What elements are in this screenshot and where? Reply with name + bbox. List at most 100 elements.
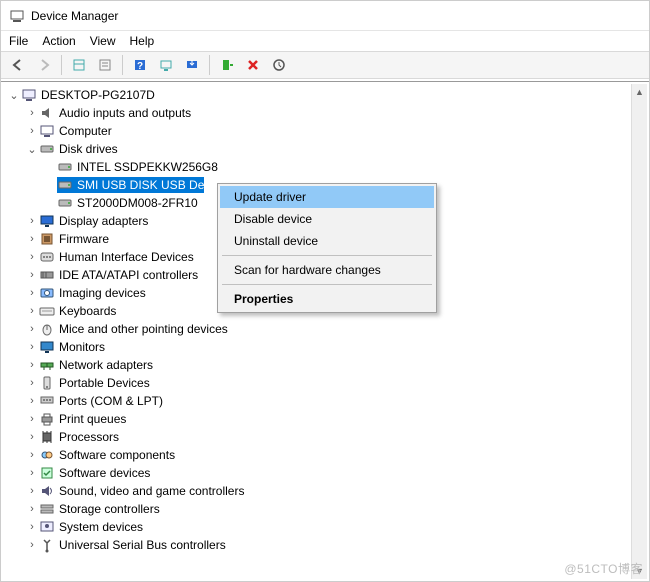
- audio-icon: [39, 105, 55, 121]
- app-icon: [9, 8, 25, 24]
- tree-item-label: Storage controllers: [59, 502, 160, 516]
- expand-collapse-icon[interactable]: ›: [25, 539, 39, 551]
- expand-collapse-icon[interactable]: ›: [25, 395, 39, 407]
- show-hidden-button[interactable]: [68, 54, 90, 76]
- context-menu-item[interactable]: Disable device: [220, 208, 434, 230]
- disk-icon: [57, 195, 73, 211]
- tree-category[interactable]: ›Processors: [3, 428, 631, 446]
- expand-collapse-icon[interactable]: ›: [25, 305, 39, 317]
- expand-collapse-icon[interactable]: ›: [25, 485, 39, 497]
- enable-button[interactable]: [216, 54, 238, 76]
- portable-icon: [39, 375, 55, 391]
- print-icon: [39, 411, 55, 427]
- expand-collapse-icon[interactable]: ›: [25, 449, 39, 461]
- menu-view[interactable]: View: [90, 34, 116, 48]
- back-button[interactable]: [7, 54, 29, 76]
- tree-item-label: Audio inputs and outputs: [59, 106, 191, 120]
- tree-item-label: Portable Devices: [59, 376, 150, 390]
- tree-root[interactable]: ⌄DESKTOP-PG2107D: [3, 86, 631, 104]
- help-button[interactable]: ?: [129, 54, 151, 76]
- expand-collapse-icon[interactable]: ›: [25, 521, 39, 533]
- expand-collapse-icon[interactable]: ›: [25, 431, 39, 443]
- tree-item-label: Software components: [59, 448, 175, 462]
- menu-file[interactable]: File: [9, 34, 28, 48]
- hid-icon: [39, 249, 55, 265]
- tree-category[interactable]: ›System devices: [3, 518, 631, 536]
- expand-collapse-icon[interactable]: ›: [25, 467, 39, 479]
- properties-button[interactable]: [94, 54, 116, 76]
- toolbar-separator: [122, 55, 123, 75]
- context-menu-item[interactable]: Uninstall device: [220, 230, 434, 252]
- expand-collapse-icon[interactable]: ›: [25, 377, 39, 389]
- tree-item-label: Imaging devices: [59, 286, 146, 300]
- expand-collapse-icon[interactable]: ›: [25, 323, 39, 335]
- watermark: @51CTO博客: [564, 560, 643, 577]
- tree-category[interactable]: › Mice and other pointing devices: [3, 320, 631, 338]
- toolbar: ?: [1, 51, 649, 79]
- context-menu-item[interactable]: Scan for hardware changes: [220, 259, 434, 281]
- tree-item-label: Mice and other pointing devices: [59, 322, 228, 336]
- tree-item-label: Print queues: [59, 412, 126, 426]
- ide-icon: [39, 267, 55, 283]
- expand-collapse-icon[interactable]: ›: [25, 215, 39, 227]
- menu-help[interactable]: Help: [130, 34, 155, 48]
- tree-item-label: Software devices: [59, 466, 150, 480]
- scroll-up-icon[interactable]: ▲: [632, 84, 647, 100]
- svg-text:?: ?: [137, 61, 143, 72]
- expand-collapse-icon[interactable]: ›: [25, 359, 39, 371]
- ports-icon: [39, 393, 55, 409]
- processor-icon: [39, 429, 55, 445]
- expand-collapse-icon[interactable]: ›: [25, 107, 39, 119]
- tree-category[interactable]: › Audio inputs and outputs: [3, 104, 631, 122]
- expand-collapse-icon[interactable]: ⌄: [25, 143, 39, 156]
- disk-icon: [39, 141, 55, 157]
- expand-collapse-icon[interactable]: ›: [25, 233, 39, 245]
- tree-item-label: Human Interface Devices: [59, 250, 194, 264]
- expand-collapse-icon[interactable]: ›: [25, 413, 39, 425]
- tree-item-label: Monitors: [59, 340, 105, 354]
- tree-category[interactable]: › Software components: [3, 446, 631, 464]
- tree-category[interactable]: › Monitors: [3, 338, 631, 356]
- tree-category[interactable]: › Software devices: [3, 464, 631, 482]
- device-tree[interactable]: ⌄DESKTOP-PG2107D › Audio inputs and output…: [3, 84, 631, 579]
- scan-hardware-button[interactable]: [268, 54, 290, 76]
- tree-category[interactable]: ⌄Disk drives: [3, 140, 631, 158]
- monitor-icon: [39, 339, 55, 355]
- menubar: File Action View Help: [1, 31, 649, 51]
- tree-item-label: INTEL SSDPEKKW256G8: [77, 160, 218, 174]
- imaging-icon: [39, 285, 55, 301]
- tree-item-label: IDE ATA/ATAPI controllers: [59, 268, 198, 282]
- disk-icon: [57, 159, 73, 175]
- update-driver-button[interactable]: [181, 54, 203, 76]
- tree-category[interactable]: › Computer: [3, 122, 631, 140]
- display-icon: [39, 213, 55, 229]
- tree-item-label: ST2000DM008-2FR10: [77, 196, 198, 210]
- uninstall-button[interactable]: [242, 54, 264, 76]
- toolbar-separator: [61, 55, 62, 75]
- expand-collapse-icon[interactable]: ›: [25, 269, 39, 281]
- tree-device[interactable]: INTEL SSDPEKKW256G8: [3, 158, 631, 176]
- expand-collapse-icon[interactable]: ›: [25, 251, 39, 263]
- tree-category[interactable]: › Storage controllers: [3, 500, 631, 518]
- tree-category[interactable]: ›Universal Serial Bus controllers: [3, 536, 631, 554]
- tree-category[interactable]: › Print queues: [3, 410, 631, 428]
- context-menu-item[interactable]: Update driver: [220, 186, 434, 208]
- vertical-scrollbar[interactable]: ▲ ▼: [631, 84, 647, 579]
- tree-category[interactable]: ›Ports (COM & LPT): [3, 392, 631, 410]
- keyboard-icon: [39, 303, 55, 319]
- tree-category[interactable]: › Portable Devices: [3, 374, 631, 392]
- menu-action[interactable]: Action: [42, 34, 75, 48]
- expand-collapse-icon[interactable]: ›: [25, 125, 39, 137]
- expand-collapse-icon[interactable]: ›: [25, 503, 39, 515]
- tree-category[interactable]: ›Sound, video and game controllers: [3, 482, 631, 500]
- computer-root-icon: [21, 87, 37, 103]
- forward-button[interactable]: [33, 54, 55, 76]
- expand-collapse-icon[interactable]: ›: [25, 341, 39, 353]
- tree-item-label: Computer: [59, 124, 112, 138]
- scan-button[interactable]: [155, 54, 177, 76]
- sound-icon: [39, 483, 55, 499]
- tree-category[interactable]: ›Network adapters: [3, 356, 631, 374]
- context-menu-item[interactable]: Properties: [220, 288, 434, 310]
- expand-collapse-icon[interactable]: ⌄: [7, 89, 21, 102]
- expand-collapse-icon[interactable]: ›: [25, 287, 39, 299]
